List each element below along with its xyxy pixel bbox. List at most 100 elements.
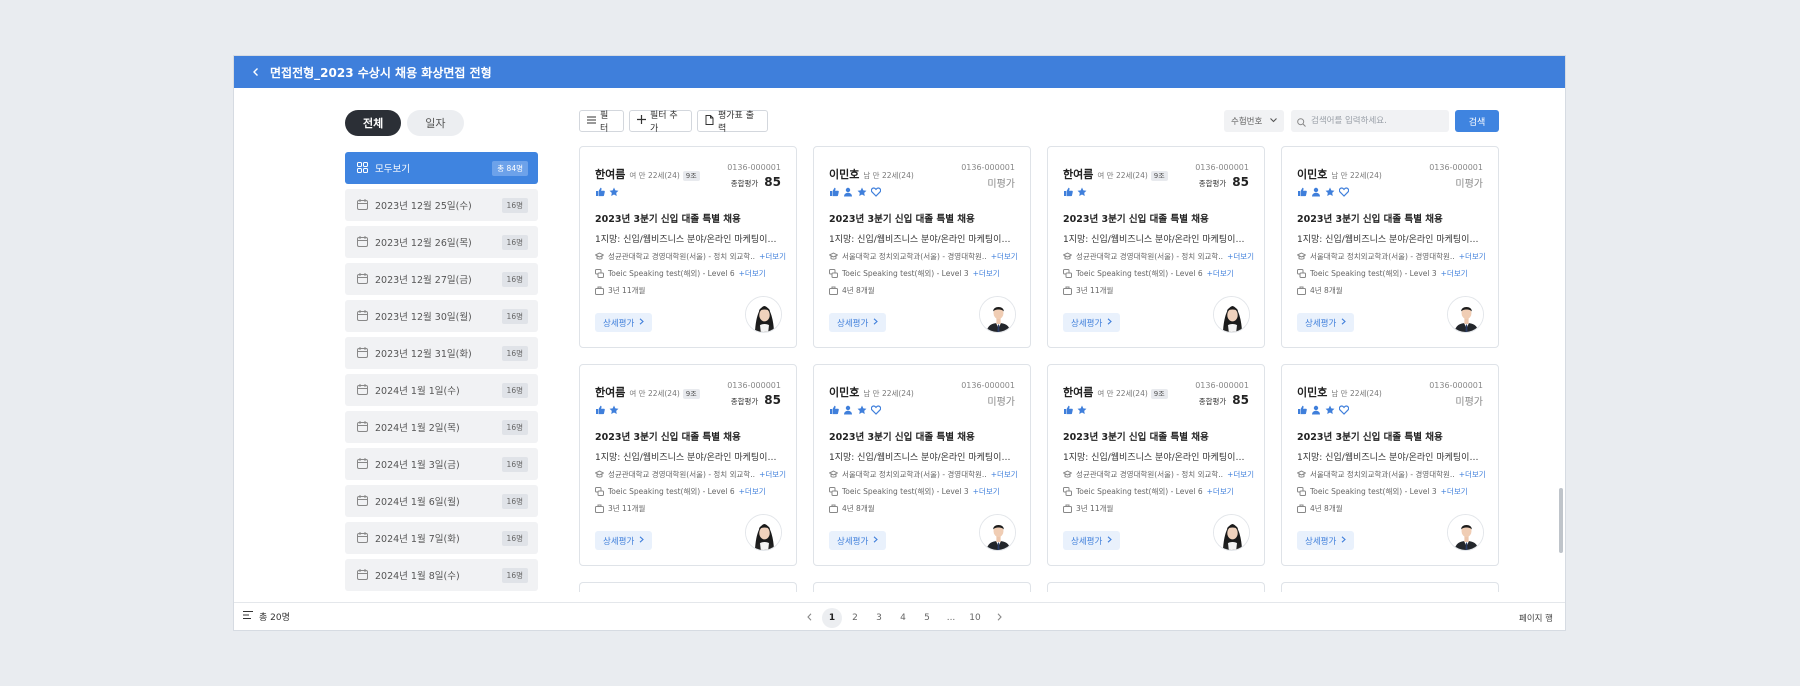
applicant-card[interactable]: 한여름 여 만 22세(24) 9조 0136-000001 종합평가 85 2023년 3… bbox=[579, 364, 797, 566]
date-item-label: 2023년 12월 31일(화) bbox=[375, 349, 472, 360]
experience-text: 4년 8개월 bbox=[1310, 286, 1343, 295]
add-filter-button[interactable]: 필터 추가 bbox=[629, 110, 692, 134]
applicant-card[interactable]: 한여름 여 만 22세(24) 9조 0136-000001 종합평가 85 2023년 3… bbox=[579, 146, 797, 348]
page-button[interactable]: 3 bbox=[868, 609, 890, 627]
page-button[interactable]: 2 bbox=[844, 609, 866, 627]
job-choice: 1지망: 신입/웹비즈니스 분야/온라인 마케팅이비즈니스 bbox=[595, 235, 783, 245]
date-item[interactable]: 2023년 12월 26일(목) 16명 bbox=[345, 226, 538, 258]
next-page-button[interactable] bbox=[988, 609, 1010, 627]
applicant-card[interactable]: 한여름 여 만 22세(24) 9조 0136-000001 종합평가 85 2023년 3… bbox=[1047, 364, 1265, 566]
page-button[interactable]: 10 bbox=[964, 609, 986, 627]
scrollbar[interactable] bbox=[1559, 488, 1563, 553]
count-badge: 16명 bbox=[501, 419, 528, 435]
date-item[interactable]: 2023년 12월 27일(금) 16명 bbox=[345, 263, 538, 295]
applicant-card[interactable]: 이민호 남 만 22세(24) 0136-000001 미평가 2023년 3분기 신입… bbox=[1281, 146, 1499, 348]
applicant-card-partial[interactable] bbox=[1281, 582, 1499, 592]
school-icon bbox=[595, 470, 604, 479]
more-link[interactable]: +더보기 bbox=[991, 469, 1018, 480]
applicant-card-partial[interactable] bbox=[1047, 582, 1265, 592]
score: 종합평가 85 bbox=[1199, 175, 1249, 189]
more-link[interactable]: +더보기 bbox=[1227, 251, 1254, 262]
applicant-card[interactable]: 이민호 남 만 22세(24) 0136-000001 미평가 2023년 3분기 신입… bbox=[1281, 364, 1499, 566]
date-item[interactable]: 2024년 1월 7일(화) 16명 bbox=[345, 522, 538, 554]
grid-icon bbox=[357, 162, 369, 174]
search-type-select[interactable]: 수험번호 bbox=[1224, 110, 1284, 132]
more-link[interactable]: +더보기 bbox=[739, 486, 766, 497]
detail-evaluation-button[interactable]: 상세평가 bbox=[595, 313, 653, 332]
star-icon bbox=[609, 405, 619, 415]
page-button[interactable]: 4 bbox=[892, 609, 914, 627]
thumbs-up-icon bbox=[1063, 405, 1073, 415]
count-badge: 16명 bbox=[501, 456, 528, 472]
briefcase-icon bbox=[1297, 286, 1306, 295]
applicant-card[interactable]: 이민호 남 만 22세(24) 0136-000001 미평가 2023년 3분기 신입… bbox=[813, 146, 1031, 348]
date-item[interactable]: 2023년 12월 31일(화) 16명 bbox=[345, 337, 538, 369]
detail-evaluation-button[interactable]: 상세평가 bbox=[1297, 531, 1355, 550]
export-button[interactable]: 평가표 출력 bbox=[697, 110, 768, 134]
filter-button[interactable]: 필터 bbox=[579, 110, 624, 134]
education-info: 성균관대학교 경영대학원(서울) - 정치 외교학.. +더보기 bbox=[595, 469, 786, 480]
more-link[interactable]: +더보기 bbox=[973, 486, 1000, 497]
education-text: 성균관대학교 경영대학원(서울) - 정치 외교학.. bbox=[608, 470, 756, 479]
page-button: ... bbox=[946, 613, 956, 623]
applicant-card-partial[interactable] bbox=[579, 582, 797, 592]
tab-all[interactable]: 전체 bbox=[345, 110, 402, 136]
detail-evaluation-label: 상세평가 bbox=[1305, 318, 1337, 329]
language-info: Toeic Speaking test(해외) - Level 3 +더보기 bbox=[1297, 486, 1483, 497]
experience-text: 4년 8개월 bbox=[842, 286, 875, 295]
thumbs-up-icon bbox=[829, 405, 839, 415]
applicant-card[interactable]: 한여름 여 만 22세(24) 9조 0136-000001 종합평가 85 2023년 3… bbox=[1047, 146, 1265, 348]
date-item[interactable]: 2024년 1월 2일(목) 16명 bbox=[345, 411, 538, 443]
posting-title: 2023년 3분기 신입 대졸 특별 채용 bbox=[595, 432, 741, 443]
thumbs-up-icon bbox=[829, 187, 839, 197]
applicant-card-partial[interactable] bbox=[813, 582, 1031, 592]
date-item[interactable]: 2023년 12월 30일(월) 16명 bbox=[345, 300, 538, 332]
calendar-icon bbox=[357, 495, 369, 507]
more-link[interactable]: +더보기 bbox=[759, 251, 786, 262]
date-item[interactable]: 2024년 1월 8일(수) 16명 bbox=[345, 559, 538, 591]
applicant-name: 한여름 bbox=[1063, 386, 1094, 399]
education-text: 성균관대학교 경영대학원(서울) - 정치 외교학.. bbox=[1076, 252, 1224, 261]
more-link[interactable]: +더보기 bbox=[1207, 486, 1234, 497]
per-page-label[interactable]: 페이지 행 bbox=[1519, 612, 1553, 624]
date-item[interactable]: 2024년 1월 6일(월) 16명 bbox=[345, 485, 538, 517]
detail-evaluation-button[interactable]: 상세평가 bbox=[1063, 313, 1121, 332]
language-info: Toeic Speaking test(해외) - Level 3 +더보기 bbox=[829, 268, 1015, 279]
tab-date[interactable]: 일자 bbox=[407, 110, 464, 136]
page-button[interactable]: 5 bbox=[916, 609, 938, 627]
briefcase-icon bbox=[1063, 504, 1072, 513]
detail-evaluation-button[interactable]: 상세평가 bbox=[829, 531, 887, 550]
date-item[interactable]: 2024년 1월 3일(금) 16명 bbox=[345, 448, 538, 480]
more-link[interactable]: +더보기 bbox=[1227, 469, 1254, 480]
detail-evaluation-button[interactable]: 상세평가 bbox=[1297, 313, 1355, 332]
avatar bbox=[1213, 514, 1250, 551]
job-choice: 1지망: 신입/웹비즈니스 분야/온라인 마케팅이비즈니스 bbox=[829, 453, 1017, 463]
date-item-all[interactable]: 모두보기 총 84명 bbox=[345, 152, 538, 184]
more-link[interactable]: +더보기 bbox=[1459, 251, 1486, 262]
language-text: Toeic Speaking test(해외) - Level 3 bbox=[842, 487, 969, 496]
more-link[interactable]: +더보기 bbox=[1441, 268, 1468, 279]
detail-evaluation-button[interactable]: 상세평가 bbox=[1063, 531, 1121, 550]
prev-page-button[interactable] bbox=[798, 609, 820, 627]
more-link[interactable]: +더보기 bbox=[1441, 486, 1468, 497]
detail-evaluation-button[interactable]: 상세평가 bbox=[595, 531, 653, 550]
more-link[interactable]: +더보기 bbox=[991, 251, 1018, 262]
date-item[interactable]: 2024년 1월 1일(수) 16명 bbox=[345, 374, 538, 406]
detail-evaluation-button[interactable]: 상세평가 bbox=[829, 313, 887, 332]
avatar bbox=[1447, 514, 1484, 551]
chevron-right-icon bbox=[1341, 535, 1347, 546]
count-badge: 16명 bbox=[501, 308, 528, 324]
more-link[interactable]: +더보기 bbox=[1207, 268, 1234, 279]
date-item[interactable]: 2023년 12월 25일(수) 16명 bbox=[345, 189, 538, 221]
more-link[interactable]: +더보기 bbox=[739, 268, 766, 279]
more-link[interactable]: +더보기 bbox=[973, 268, 1000, 279]
count-badge: 16명 bbox=[501, 530, 528, 546]
page-button[interactable]: 1 bbox=[822, 608, 842, 628]
chevron-right-icon bbox=[873, 317, 879, 328]
more-link[interactable]: +더보기 bbox=[1459, 469, 1486, 480]
applicant-card[interactable]: 이민호 남 만 22세(24) 0136-000001 미평가 2023년 3분기 신입… bbox=[813, 364, 1031, 566]
back-icon[interactable] bbox=[246, 62, 266, 82]
more-link[interactable]: +더보기 bbox=[759, 469, 786, 480]
search-button[interactable]: 검색 bbox=[1455, 110, 1499, 132]
search-input[interactable] bbox=[1311, 116, 1441, 126]
